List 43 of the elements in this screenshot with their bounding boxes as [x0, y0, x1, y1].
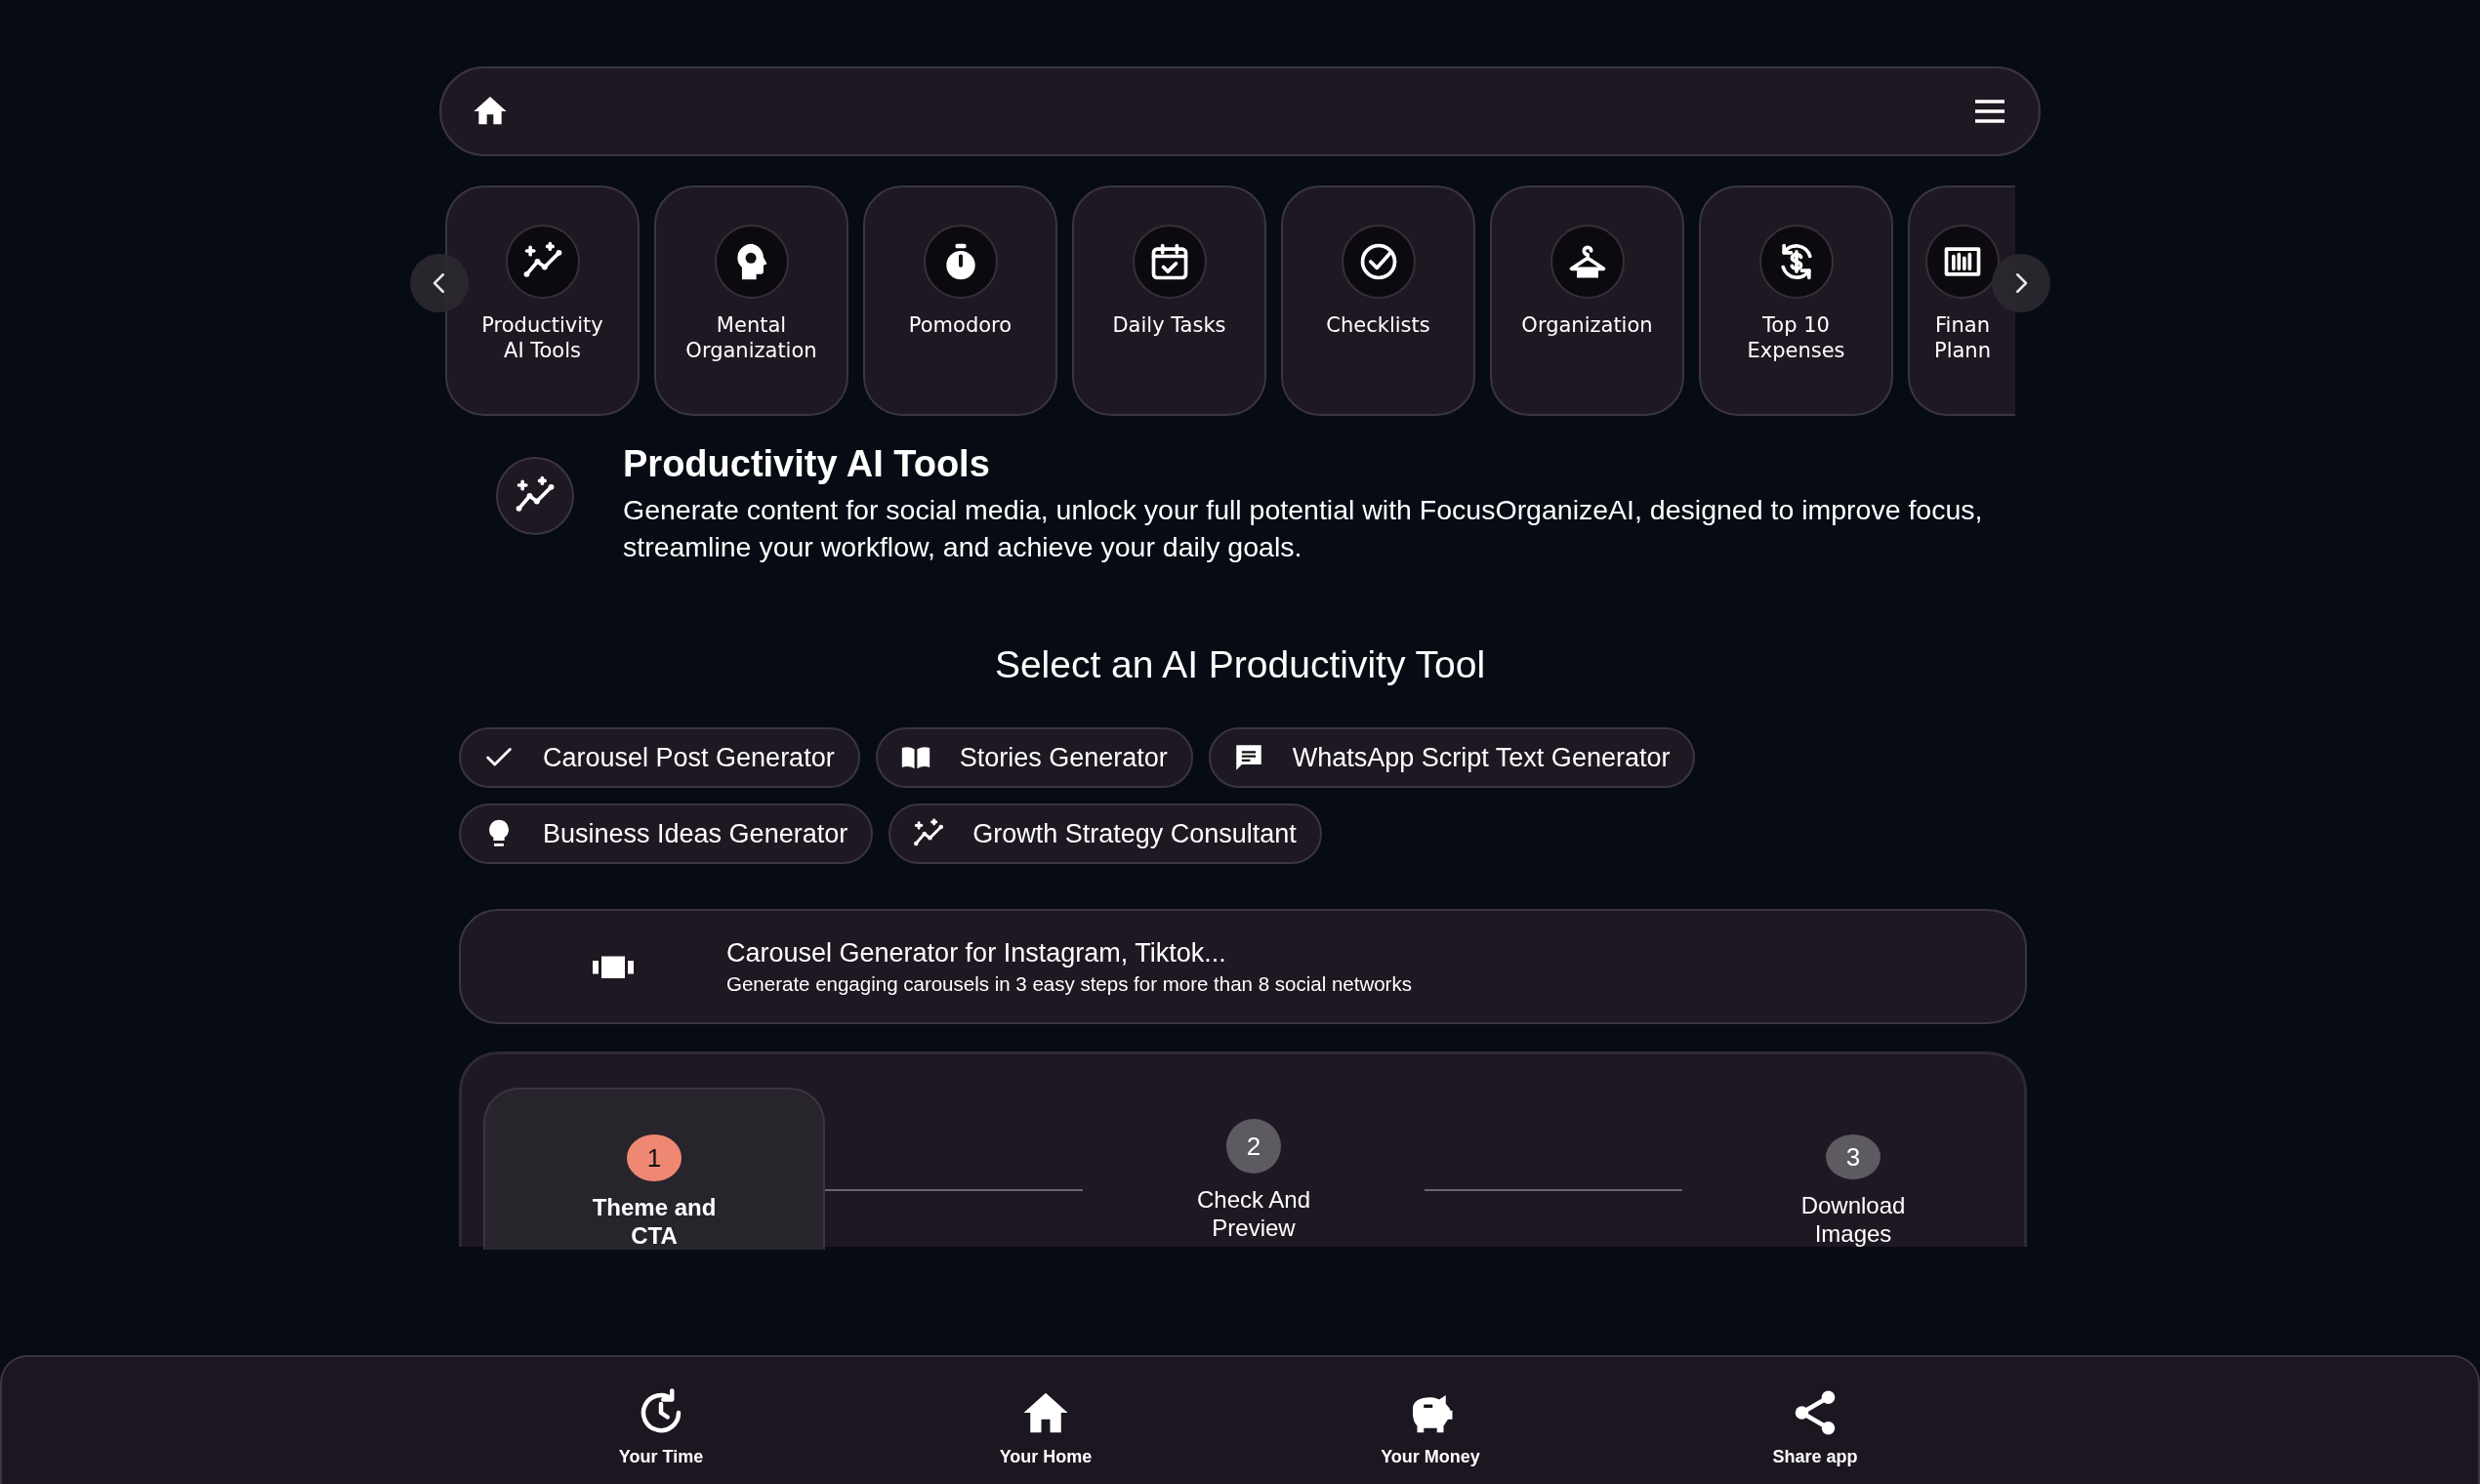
- step-item[interactable]: 1 Theme and CTA: [483, 1088, 825, 1250]
- category-label: AI Tools: [504, 338, 581, 363]
- category-card[interactable]: Pomodoro: [863, 186, 1057, 416]
- tool-chip[interactable]: Business Ideas Generator: [459, 804, 874, 864]
- section-title: Productivity AI Tools: [623, 443, 991, 485]
- card-title: Carousel Generator for Instagram, Tiktok...: [726, 937, 1227, 969]
- step-number: 3: [1826, 1134, 1881, 1179]
- category-label: Finan: [1935, 312, 1990, 338]
- step-item[interactable]: 2 Check And Preview: [1083, 1088, 1425, 1250]
- category-label: Checklists: [1326, 312, 1430, 338]
- category-card[interactable]: Checklists: [1281, 186, 1475, 416]
- nav-tab[interactable]: Your Money: [1238, 1357, 1623, 1484]
- category-card[interactable]: Mental Organization: [654, 186, 848, 416]
- category-label: Mental: [716, 312, 787, 338]
- category-card[interactable]: Organization: [1490, 186, 1684, 416]
- step-number: 2: [1226, 1119, 1281, 1174]
- tool-chip[interactable]: Carousel Post Generator: [459, 727, 860, 788]
- category-label: Daily Tasks: [1112, 312, 1226, 338]
- category-label: Top 10: [1762, 312, 1830, 338]
- category-card[interactable]: Top 10 Expenses: [1699, 186, 1893, 416]
- step-number: 1: [627, 1134, 682, 1181]
- category-card[interactable]: Finan Plann: [1908, 186, 2015, 416]
- tool-chip[interactable]: Stories Generator: [875, 727, 1193, 788]
- category-label: Productivity: [481, 312, 603, 338]
- section-description: Generate content for social media, unlock your full potential with FocusOrganizeAI, designed to improve focus, streamline your workflow, and achieve your daily goals.: [623, 493, 1984, 564]
- step-label: Download Images: [1799, 1191, 1907, 1248]
- step-item[interactable]: 3 Download Images: [1682, 1088, 2024, 1250]
- tool-chip[interactable]: Growth Strategy Consultant: [889, 804, 1322, 864]
- tool-chip[interactable]: WhatsApp Script Text Generator: [1208, 727, 1696, 788]
- step-label: Check And Preview: [1195, 1185, 1312, 1242]
- category-label: Expenses: [1747, 338, 1845, 363]
- step-label: Theme and CTA: [591, 1193, 718, 1250]
- nav-tab[interactable]: Share app: [1623, 1357, 2007, 1484]
- nav-tab[interactable]: Your Home: [853, 1357, 1238, 1484]
- section-heading: Select an AI Productivity Tool: [993, 643, 1487, 686]
- category-label: Organization: [685, 338, 817, 363]
- card-subtitle: Generate engaging carousels in 3 easy steps for more than 8 social networks: [726, 971, 1412, 996]
- category-label: Organization: [1521, 312, 1653, 338]
- category-label: Pomodoro: [908, 312, 1013, 338]
- category-label: Plann: [1934, 338, 1991, 363]
- category-card[interactable]: Daily Tasks: [1072, 186, 1266, 416]
- category-card[interactable]: Productivity AI Tools: [445, 186, 640, 416]
- nav-tab[interactable]: Your Time: [469, 1357, 853, 1484]
